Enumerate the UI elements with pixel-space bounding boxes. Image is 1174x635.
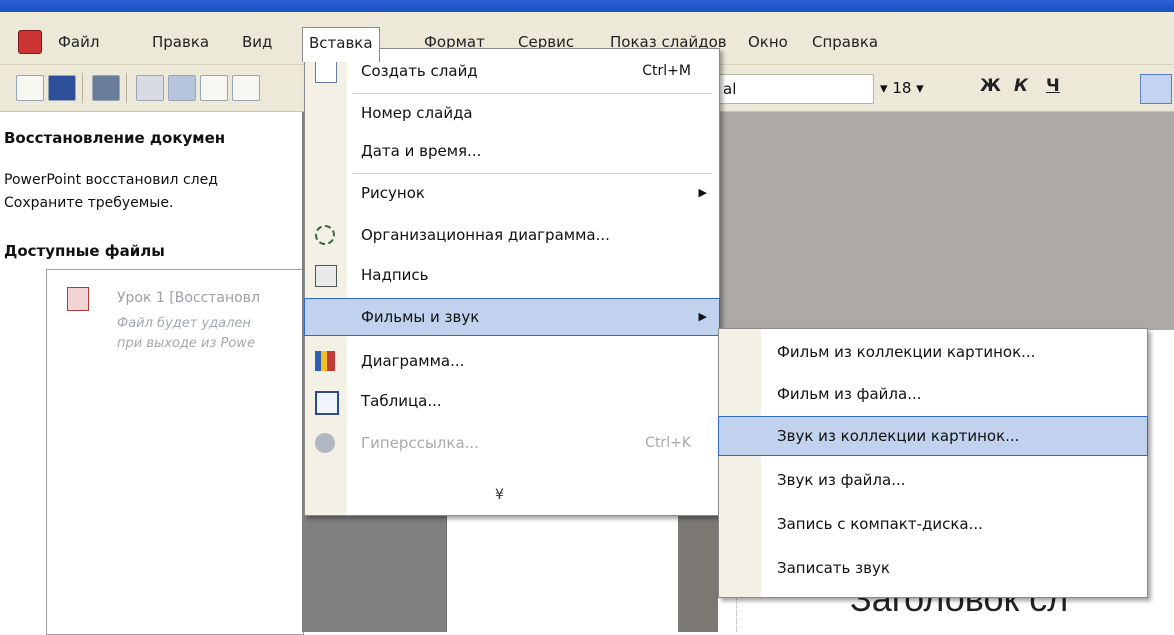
pane-description: PowerPoint восстановил след Сохраните тр… xyxy=(4,169,218,215)
menu-file[interactable]: Файл xyxy=(52,27,105,57)
font-size-value: 18 xyxy=(892,79,912,97)
save-icon[interactable] xyxy=(48,75,76,101)
pane-title: Восстановление докумен xyxy=(4,129,226,147)
menu-item-text-box[interactable]: Надпись xyxy=(305,257,719,293)
submenu-item-label: Фильм из коллекции картинок... xyxy=(777,343,1036,361)
menu-separator xyxy=(353,173,713,174)
toolbar-separator xyxy=(82,73,83,103)
menu-item-movies-sound[interactable]: Фильмы и звук ▶ xyxy=(304,298,720,336)
menu-item-label: Номер слайда xyxy=(361,104,473,122)
menu-item-hyperlink: Гиперссылка... Ctrl+K xyxy=(305,425,719,461)
menu-item-label: Организационная диаграмма... xyxy=(361,226,610,244)
recovered-file-title[interactable]: Урок 1 [Восстановл xyxy=(117,290,260,306)
submenu-item-movie-clip-organizer[interactable]: Фильм из коллекции картинок... xyxy=(719,333,1147,371)
menu-item-table[interactable]: Таблица... xyxy=(305,383,719,419)
menu-item-label: Надпись xyxy=(361,266,429,284)
submenu-item-label: Фильм из файла... xyxy=(777,385,922,403)
file-note-line1: Файл будет удален xyxy=(117,316,251,331)
italic-button[interactable]: К xyxy=(1014,76,1028,96)
expand-menu-chevron-icon[interactable]: ¥ xyxy=(495,487,504,503)
copy-icon[interactable] xyxy=(136,75,164,101)
toolbar-separator xyxy=(126,73,127,103)
submenu-item-label: Записать звук xyxy=(777,559,890,577)
bold-button[interactable]: Ж xyxy=(980,76,1001,96)
menu-item-picture[interactable]: Рисунок ▶ xyxy=(305,175,719,211)
pane-desc-line2: Сохраните требуемые. xyxy=(4,195,174,211)
submenu-arrow-icon: ▶ xyxy=(698,186,707,199)
underline-button[interactable]: Ч xyxy=(1046,76,1060,96)
menu-view[interactable]: Вид xyxy=(236,27,278,57)
menu-insert[interactable]: Вставка xyxy=(302,27,380,62)
new-document-icon[interactable] xyxy=(16,75,44,101)
menu-item-org-chart[interactable]: Организационная диаграмма... xyxy=(305,217,719,253)
menu-item-label: Гиперссылка... xyxy=(361,434,479,452)
format-painter-icon[interactable] xyxy=(200,75,228,101)
document-recovery-pane: Восстановление докумен PowerPoint восста… xyxy=(0,112,304,635)
menu-item-label: Фильмы и звук xyxy=(361,308,480,326)
new-slide-icon xyxy=(315,61,337,83)
text-box-icon xyxy=(315,265,337,287)
movies-sound-submenu: Фильм из коллекции картинок... Фильм из … xyxy=(718,328,1148,598)
font-size-field[interactable]: ▾ 18 ▾ xyxy=(880,74,940,102)
menu-item-label: Таблица... xyxy=(361,392,442,410)
menu-window[interactable]: Окно xyxy=(742,27,794,57)
submenu-item-movie-from-file[interactable]: Фильм из файла... xyxy=(719,375,1147,413)
align-left-icon[interactable] xyxy=(1140,74,1172,104)
hyperlink-icon xyxy=(315,433,335,453)
menu-item-date-time[interactable]: Дата и время... xyxy=(305,133,719,169)
recovered-file-icon xyxy=(67,287,89,311)
submenu-item-sound-from-file[interactable]: Звук из файла... xyxy=(719,461,1147,499)
available-files-heading: Доступные файлы xyxy=(4,242,165,260)
pane-desc-line1: PowerPoint восстановил след xyxy=(4,172,218,188)
undo-icon[interactable] xyxy=(232,75,260,101)
powerpoint-app-icon[interactable] xyxy=(18,30,42,54)
org-chart-icon xyxy=(315,225,335,245)
menu-item-slide-number[interactable]: Номер слайда xyxy=(305,95,719,131)
font-name-field[interactable]: al xyxy=(716,74,874,104)
menu-item-label: Рисунок xyxy=(361,184,425,202)
menu-edit[interactable]: Правка xyxy=(146,27,215,57)
menu-item-label: Дата и время... xyxy=(361,142,482,160)
submenu-item-record-sound[interactable]: Записать звук xyxy=(719,549,1147,587)
table-icon xyxy=(315,391,339,415)
print-icon[interactable] xyxy=(92,75,120,101)
menu-item-chart[interactable]: Диаграмма... xyxy=(305,343,719,379)
submenu-item-sound-clip-organizer[interactable]: Звук из коллекции картинок... xyxy=(718,416,1148,456)
submenu-item-label: Звук из коллекции картинок... xyxy=(777,427,1020,445)
menu-help[interactable]: Справка xyxy=(806,27,884,57)
submenu-item-label: Запись с компакт-диска... xyxy=(777,515,983,533)
menu-separator xyxy=(353,93,713,94)
submenu-arrow-icon: ▶ xyxy=(698,310,707,323)
chart-icon xyxy=(315,351,335,371)
submenu-item-play-cd[interactable]: Запись с компакт-диска... xyxy=(719,505,1147,543)
menu-shortcut: Ctrl+K xyxy=(645,435,691,451)
submenu-item-label: Звук из файла... xyxy=(777,471,906,489)
window-title-bar xyxy=(0,0,1174,12)
file-note-line2: при выходе из Powe xyxy=(117,336,255,351)
recovered-file-note: Файл будет удален при выходе из Powe xyxy=(117,314,307,354)
menu-item-label: Диаграмма... xyxy=(361,352,465,370)
menu-shortcut: Ctrl+M xyxy=(642,63,691,79)
paste-icon[interactable] xyxy=(168,75,196,101)
insert-menu-dropdown: Создать слайд Ctrl+M Номер слайда Дата и… xyxy=(304,48,720,516)
recovered-files-list: Урок 1 [Восстановл Файл будет удален при… xyxy=(46,269,304,635)
